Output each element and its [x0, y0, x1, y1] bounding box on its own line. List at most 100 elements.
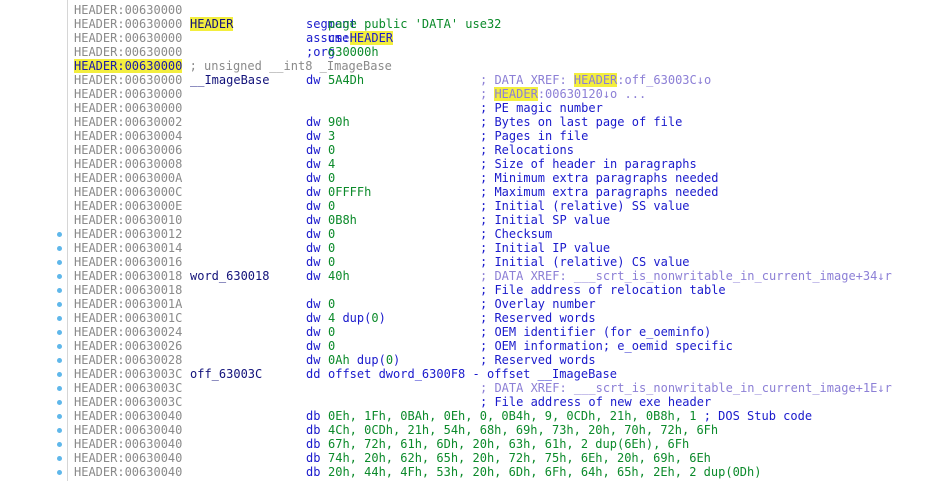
line-address[interactable]: HEADER:00630006	[74, 143, 182, 157]
listing-line[interactable]: HEADER:0063000C dw 0FFFFh ; Maximum extra p…	[74, 185, 931, 199]
listing-line[interactable]: HEADER:00630006 dw 0 ; Relocations	[74, 143, 931, 157]
line-mnemonic[interactable]: db	[306, 465, 320, 479]
line-operands[interactable]: 0	[328, 339, 335, 353]
line-operands[interactable]: cs:HEADER	[328, 31, 394, 45]
line-address[interactable]: HEADER:00630018	[74, 283, 182, 297]
xref-comment[interactable]: ; DATA XREF: ___scrt_is_nonwritable_in_c…	[480, 269, 892, 283]
listing-line[interactable]: HEADER:00630000 ; unsigned __int8 _Image…	[74, 59, 931, 73]
operand-value[interactable]: 5A4Dh	[328, 73, 364, 87]
line-operands[interactable]: 0Eh, 1Fh, 0BAh, 0Eh, 0, 0B4h, 9, 0CDh, 2…	[328, 409, 812, 423]
line-operands[interactable]: 0B8h	[328, 213, 357, 227]
operand-value[interactable]: 90h	[328, 115, 350, 129]
listing-line[interactable]: HEADER:00630000	[74, 3, 931, 17]
line-operands[interactable]: 3	[328, 129, 335, 143]
line-mnemonic[interactable]: dw	[306, 297, 320, 311]
line-mnemonic[interactable]: dw	[306, 73, 320, 87]
listing-line[interactable]: HEADER:00630000 __ImageBase dw 5A4Dh ; DATA …	[74, 73, 931, 87]
operand-value[interactable]: 0	[328, 255, 335, 269]
breakpoint-dot-icon[interactable]	[57, 470, 62, 475]
line-address[interactable]: HEADER:00630002	[74, 115, 182, 129]
current-address-highlight[interactable]: HEADER:00630000	[74, 59, 183, 73]
line-mnemonic[interactable]: dw	[306, 129, 320, 143]
line-mnemonic[interactable]: dw	[306, 115, 320, 129]
breakpoint-dot-icon[interactable]	[57, 274, 62, 279]
xref-comment[interactable]: ; HEADER:00630120↓o ...	[480, 87, 646, 101]
line-address[interactable]: HEADER:00630000	[74, 73, 182, 87]
operand-value[interactable]: 630000h	[328, 45, 379, 59]
line-mnemonic[interactable]: dw	[306, 255, 320, 269]
listing-gutter[interactable]	[0, 0, 68, 481]
operand-value[interactable]: 0	[328, 227, 335, 241]
breakpoint-dot-icon[interactable]	[57, 260, 62, 265]
line-operands[interactable]: 0FFFFh	[328, 185, 371, 199]
line-mnemonic[interactable]: dw	[306, 325, 320, 339]
listing-line[interactable]: HEADER:00630008 dw 4 ; Size of header in pa…	[74, 157, 931, 171]
line-mnemonic[interactable]: dw	[306, 241, 320, 255]
breakpoint-dot-icon[interactable]	[57, 246, 62, 251]
line-mnemonic[interactable]: db	[306, 437, 320, 451]
line-mnemonic[interactable]: dw	[306, 213, 320, 227]
operand-value[interactable]: 0B8h	[328, 213, 357, 227]
operand-value[interactable]: 0	[328, 199, 335, 213]
operand-value[interactable]: 40h	[328, 269, 350, 283]
line-address[interactable]: HEADER:00630000	[74, 3, 182, 17]
breakpoint-dot-icon[interactable]	[57, 344, 62, 349]
line-address[interactable]: HEADER:00630000	[74, 45, 182, 59]
line-mnemonic[interactable]: dw	[306, 227, 320, 241]
operand-expression[interactable]: offset dword_6300F8 - offset __ImageBase	[328, 367, 617, 381]
operand-value[interactable]: 0	[328, 339, 335, 353]
line-address[interactable]: HEADER:00630008	[74, 157, 182, 171]
line-operands[interactable]: 0	[328, 199, 335, 213]
line-address[interactable]: HEADER:00630000	[74, 31, 182, 45]
line-mnemonic[interactable]: dw	[306, 143, 320, 157]
line-address[interactable]: HEADER:00630000	[74, 87, 182, 101]
listing-line[interactable]: HEADER:00630004 dw 3 ; Pages in file	[74, 129, 931, 143]
listing-line[interactable]: HEADER:00630002 dw 90h ; Bytes on last page…	[74, 115, 931, 129]
operand-value[interactable]: 0FFFFh	[328, 185, 371, 199]
listing-line[interactable]: HEADER:0063001C dw 4 dup(0) ; Reserved word…	[74, 311, 931, 325]
line-mnemonic[interactable]: dw	[306, 171, 320, 185]
line-address[interactable]: HEADER:0063000C	[74, 185, 182, 199]
line-operands[interactable]: 67h, 72h, 61h, 6Dh, 20h, 63h, 61h, 2 dup…	[328, 437, 689, 451]
line-label[interactable]: word_630018	[190, 269, 269, 283]
listing-line[interactable]: HEADER:00630010 dw 0B8h ; Initial SP value	[74, 213, 931, 227]
listing-line[interactable]: HEADER:00630040 db 4Ch, 0CDh, 21h, 54h, 68…	[74, 423, 931, 437]
breakpoint-dot-icon[interactable]	[57, 442, 62, 447]
line-address[interactable]: HEADER:00630040	[74, 423, 182, 437]
line-operands[interactable]: 4 dup(0)	[328, 311, 386, 325]
operand-value[interactable]: 20h, 44h, 4Fh, 53h, 20h, 6Dh, 6Fh, 64h, …	[328, 465, 761, 479]
line-address[interactable]: HEADER:00630024	[74, 325, 182, 339]
breakpoint-dot-icon[interactable]	[57, 302, 62, 307]
disassembly-listing[interactable]: HEADER:00630000 HEADER:00630000 HEADER segm…	[74, 0, 931, 479]
breakpoint-dot-icon[interactable]	[57, 372, 62, 377]
line-address[interactable]: HEADER:00630040	[74, 451, 182, 465]
xref-highlight[interactable]: HEADER	[573, 73, 618, 87]
line-operands[interactable]: 74h, 20h, 62h, 65h, 20h, 72h, 75h, 6Eh, …	[328, 451, 711, 465]
disassembly-view[interactable]: HEADER:00630000 HEADER:00630000 HEADER segm…	[0, 0, 931, 481]
breakpoint-dot-icon[interactable]	[57, 288, 62, 293]
line-operands[interactable]: 0	[328, 171, 335, 185]
operand-value[interactable]: page public 'DATA' use32	[328, 17, 501, 31]
line-address[interactable]: HEADER:0063003C	[74, 381, 182, 395]
breakpoint-dot-icon[interactable]	[57, 456, 62, 461]
listing-line[interactable]: HEADER:00630026 dw 0 ; OEM information; e_o…	[74, 339, 931, 353]
line-address[interactable]: HEADER:00630014	[74, 241, 182, 255]
line-address[interactable]: HEADER:00630040	[74, 409, 182, 423]
listing-line[interactable]: HEADER:00630016 dw 0 ; Initial (relative) C…	[74, 255, 931, 269]
operand-value[interactable]: 4	[328, 157, 335, 171]
operand-count[interactable]: 0Ah	[328, 353, 350, 367]
line-address[interactable]: HEADER:0063003C	[74, 395, 182, 409]
line-operands[interactable]: 20h, 44h, 4Fh, 53h, 20h, 6Dh, 6Fh, 64h, …	[328, 465, 761, 479]
breakpoint-dot-icon[interactable]	[57, 386, 62, 391]
line-operands[interactable]: 40h	[328, 269, 350, 283]
line-address[interactable]: HEADER:0063001A	[74, 297, 182, 311]
operand-dup-value[interactable]: 0	[386, 353, 393, 367]
breakpoint-dot-icon[interactable]	[57, 316, 62, 321]
line-operands[interactable]: 630000h	[328, 45, 379, 59]
operand-value[interactable]: 0	[328, 241, 335, 255]
line-address[interactable]: HEADER:0063000E	[74, 199, 182, 213]
line-mnemonic[interactable]: dw	[306, 353, 320, 367]
operand-value[interactable]: 67h, 72h, 61h, 6Dh, 20h, 63h, 61h, 2 dup…	[328, 437, 689, 451]
line-operands[interactable]: 90h	[328, 115, 350, 129]
listing-line[interactable]: HEADER:0063003C ; File address of new exe…	[74, 395, 931, 409]
